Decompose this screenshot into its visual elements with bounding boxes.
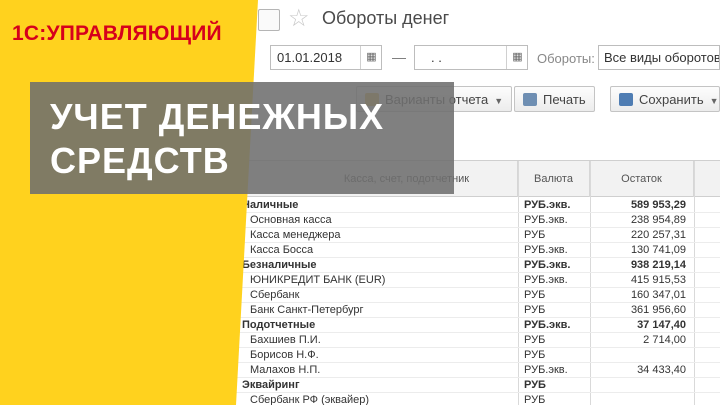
cell-account: Эквайринг bbox=[242, 379, 300, 391]
floppy-disk-icon bbox=[619, 93, 633, 106]
cell-balance: 130 741,09 bbox=[630, 244, 686, 256]
printer-icon bbox=[523, 93, 537, 106]
promo-title-line-2: СРЕДСТВ bbox=[50, 140, 230, 181]
table-row[interactable]: Сбербанк РФ (эквайер) РУБ bbox=[236, 393, 720, 405]
cell-account: Банк Санкт-Петербург bbox=[250, 304, 364, 316]
cell-balance: 37 147,40 bbox=[637, 319, 686, 331]
table-row[interactable]: ЮНИКРЕДИТ БАНК (EUR) РУБ.экв. 415 915,53 bbox=[236, 273, 720, 288]
calendar-from-icon[interactable]: ▦ bbox=[360, 46, 382, 69]
save-button[interactable]: Сохранить ▼ bbox=[610, 86, 720, 112]
expand-plus-icon[interactable]: + bbox=[205, 363, 216, 374]
table-row[interactable]: Бахшиев П.И. РУБ 2 714,00 bbox=[236, 333, 720, 348]
table-group-row[interactable]: Подотчетные РУБ.экв. 37 147,40 bbox=[236, 318, 720, 333]
cell-balance: 2 714,00 bbox=[643, 334, 686, 346]
cell-currency: РУБ bbox=[524, 334, 546, 346]
turnover-value: Все виды оборотов bbox=[604, 50, 720, 65]
cell-account: Подотчетные bbox=[242, 319, 316, 331]
window-nav-button[interactable] bbox=[258, 9, 280, 31]
expand-plus-icon[interactable]: + bbox=[205, 318, 216, 329]
table-row[interactable]: Банк Санкт-Петербург РУБ 361 956,60 bbox=[236, 303, 720, 318]
print-button[interactable]: Печать bbox=[514, 86, 595, 112]
turnover-label: Обороты: bbox=[537, 51, 595, 66]
cell-currency: РУБ bbox=[524, 394, 546, 405]
cell-balance: 415 915,53 bbox=[630, 274, 686, 286]
cell-currency: РУБ.экв. bbox=[524, 244, 568, 256]
cell-currency: РУБ bbox=[524, 379, 546, 391]
table-group-row[interactable]: Эквайринг РУБ bbox=[236, 378, 720, 393]
cell-currency: РУБ.экв. bbox=[524, 259, 571, 271]
cell-account: ЮНИКРЕДИТ БАНК (EUR) bbox=[250, 274, 386, 286]
turnover-select[interactable]: Все виды оборотов bbox=[598, 45, 720, 70]
cell-account: Основная касса bbox=[250, 214, 332, 226]
table-row[interactable]: Сбербанк РУБ 160 347,01 bbox=[236, 288, 720, 303]
report-table: Касса, счет, подотчетник Валюта Остаток … bbox=[236, 160, 720, 405]
cell-balance: 589 953,29 bbox=[630, 199, 686, 211]
chevron-down-icon: ▼ bbox=[494, 96, 504, 106]
cell-balance: 238 954,89 bbox=[630, 214, 686, 226]
cell-account: Наличные bbox=[242, 199, 299, 211]
chevron-down-icon: ▼ bbox=[709, 96, 719, 106]
favorite-star-icon[interactable]: ☆ bbox=[288, 5, 310, 33]
table-row[interactable]: Основная касса РУБ.экв. 238 954,89 bbox=[236, 213, 720, 228]
cell-currency: РУБ.экв. bbox=[524, 199, 571, 211]
table-row[interactable]: Малахов Н.П. РУБ.экв. 34 433,40 bbox=[236, 363, 720, 378]
filter-bar: 01.01.2018 ▦ — . . ▦ Обороты: Все виды о… bbox=[0, 44, 720, 74]
cell-currency: РУБ bbox=[524, 349, 546, 361]
cell-account: Сбербанк РФ (эквайер) bbox=[250, 394, 370, 405]
app-window: ☆ Обороты денег 01.01.2018 ▦ — . . ▦ Обо… bbox=[0, 0, 720, 405]
print-label: Печать bbox=[543, 92, 586, 107]
cell-currency: РУБ.экв. bbox=[524, 214, 568, 226]
cell-currency: РУБ.экв. bbox=[524, 274, 568, 286]
table-group-row[interactable]: Наличные РУБ.экв. 589 953,29 bbox=[236, 198, 720, 213]
cell-account: Сбербанк bbox=[250, 289, 300, 301]
cell-account: Касса Босса bbox=[250, 244, 314, 256]
cell-account: Бахшиев П.И. bbox=[250, 334, 321, 346]
date-to-value: . . bbox=[431, 50, 442, 65]
cell-account: Касса менеджера bbox=[250, 229, 341, 241]
cell-currency: РУБ bbox=[524, 304, 546, 316]
save-label: Сохранить bbox=[639, 92, 704, 107]
table-row[interactable]: Касса менеджера РУБ 220 257,31 bbox=[236, 228, 720, 243]
cell-balance: 361 956,60 bbox=[630, 304, 686, 316]
promo-title-line-1: УЧЕТ ДЕНЕЖНЫХ bbox=[50, 96, 385, 137]
table-body: Наличные РУБ.экв. 589 953,29 Основная касса… bbox=[236, 198, 720, 405]
promo-title-box: УЧЕТ ДЕНЕЖНЫХ СРЕДСТВ bbox=[30, 82, 454, 194]
cell-account: Малахов Н.П. bbox=[250, 364, 321, 376]
date-from-value: 01.01.2018 bbox=[277, 50, 343, 65]
table-row[interactable]: Касса Босса РУБ.экв. 130 741,09 bbox=[236, 243, 720, 258]
table-group-row[interactable]: Безналичные РУБ.экв. 938 219,14 bbox=[236, 258, 720, 273]
col-header-balance[interactable]: Остаток bbox=[590, 161, 694, 197]
cell-currency: РУБ.экв. bbox=[524, 364, 568, 376]
cell-account: Безналичные bbox=[242, 259, 317, 271]
cell-balance: 34 433,40 bbox=[637, 364, 686, 376]
cell-balance: 220 257,31 bbox=[630, 229, 686, 241]
calendar-to-icon[interactable]: ▦ bbox=[506, 46, 528, 69]
date-range-dash: — bbox=[392, 49, 406, 65]
brand-logo-text: 1С:УПРАВЛЯЮЩИЙ bbox=[12, 22, 222, 45]
table-row[interactable]: Борисов Н.Ф. РУБ bbox=[236, 348, 720, 363]
cell-account: Борисов Н.Ф. bbox=[250, 349, 319, 361]
col-header-currency[interactable]: Валюта bbox=[518, 161, 590, 197]
cell-currency: РУБ bbox=[524, 289, 546, 301]
cell-currency: РУБ bbox=[524, 229, 546, 241]
cell-balance: 160 347,01 bbox=[630, 289, 686, 301]
cell-currency: РУБ.экв. bbox=[524, 319, 571, 331]
cell-balance: 938 219,14 bbox=[630, 259, 686, 271]
window-title: Обороты денег bbox=[322, 8, 450, 28]
